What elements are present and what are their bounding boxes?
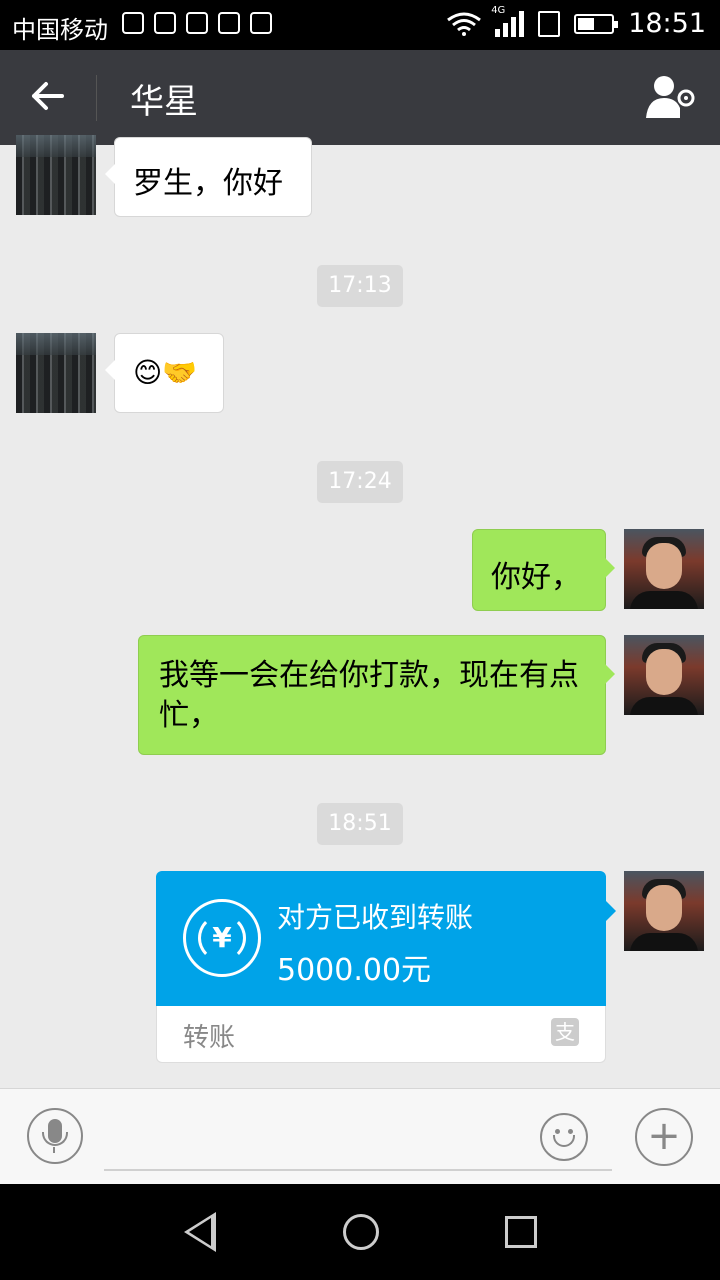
notification-icon [218, 12, 240, 34]
message-bubble[interactable]: 😊🤝 [105, 333, 224, 413]
network-type: 4G [491, 4, 506, 16]
contact-avatar[interactable] [16, 333, 96, 413]
my-avatar[interactable] [624, 635, 704, 715]
message-bubble[interactable]: 罗生，你好 [105, 137, 312, 217]
contact-avatar[interactable] [16, 135, 96, 215]
message-input[interactable] [104, 1123, 612, 1171]
header-divider [96, 75, 97, 121]
emoji-button[interactable] [540, 1113, 588, 1161]
nav-back-icon[interactable] [184, 1212, 216, 1252]
user-settings-icon [646, 76, 695, 118]
voice-input-button[interactable] [27, 1108, 83, 1164]
message-timestamp: 18:51 [317, 803, 403, 845]
arrow-left-icon [32, 82, 64, 110]
status-time: 18:51 [628, 8, 706, 39]
notification-icon [250, 12, 272, 34]
message-bubble[interactable]: 你好， [472, 529, 615, 611]
message-text: 罗生，你好 [133, 166, 283, 201]
message-text: 你好， [491, 560, 581, 595]
chat-info-button[interactable] [646, 74, 698, 120]
transfer-status: 对方已收到转账 [277, 901, 474, 934]
back-button[interactable] [28, 78, 68, 123]
status-bar: 中国移动 4G 18:51 [0, 0, 720, 50]
transfer-card[interactable]: ¥ 对方已收到转账 5000.00元 转账 支 [156, 871, 616, 1063]
emoji-message: 😊🤝 [133, 356, 198, 389]
transfer-label: 转账 [183, 1023, 236, 1053]
notification-icon [186, 12, 208, 34]
input-bar: + [0, 1088, 720, 1184]
notification-icons [122, 12, 272, 34]
notification-icon [122, 12, 144, 34]
cell-signal-icon: 4G [491, 5, 525, 37]
system-nav-bar [0, 1184, 720, 1280]
alipay-logo-icon: 支 [551, 1018, 579, 1046]
nav-home-icon[interactable] [343, 1214, 379, 1250]
battery-icon [574, 13, 619, 34]
transfer-card-footer: 转账 支 [156, 1006, 606, 1063]
chat-header: 华星 [0, 50, 720, 145]
message-text: 我等一会在给你打款，现在有点忙， [159, 658, 579, 733]
sim-alert-icon [538, 10, 561, 37]
message-timestamp: 17:13 [317, 265, 403, 307]
notification-icon [154, 12, 176, 34]
message-timestamp: 17:24 [317, 461, 403, 503]
my-avatar[interactable] [624, 871, 704, 951]
transfer-card-top: ¥ 对方已收到转账 5000.00元 [156, 871, 616, 1006]
transfer-amount: 5000.00元 [277, 953, 432, 988]
transfer-yen-icon: ¥ [183, 899, 261, 977]
wifi-icon [447, 12, 482, 36]
chat-title: 华星 [130, 82, 198, 122]
message-bubble[interactable]: 我等一会在给你打款，现在有点忙， [138, 635, 615, 755]
nav-recents-icon[interactable] [505, 1216, 537, 1248]
carrier-name: 中国移动 [12, 16, 108, 44]
more-options-button[interactable]: + [635, 1108, 693, 1166]
my-avatar[interactable] [624, 529, 704, 609]
